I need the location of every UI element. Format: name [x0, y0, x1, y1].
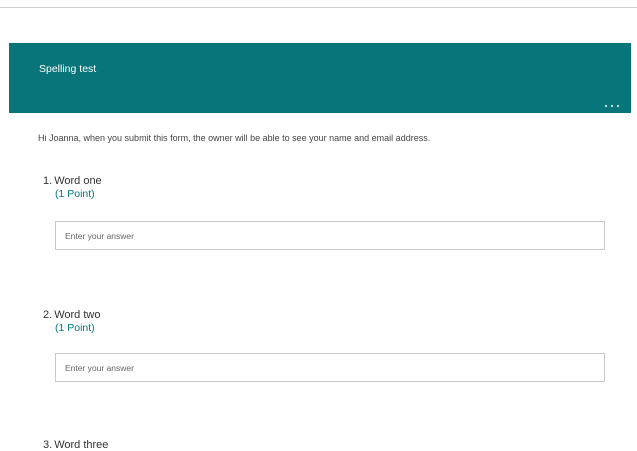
- question-number: 2.: [43, 309, 53, 321]
- question-title: 2. Word two: [43, 309, 100, 322]
- more-options-button[interactable]: [603, 100, 621, 110]
- question-label: Word two: [54, 309, 101, 321]
- privacy-notice: Hi Joanna, when you submit this form, th…: [38, 133, 431, 143]
- ellipsis-icon: [605, 105, 619, 107]
- question-title: 3. Word three: [43, 439, 108, 451]
- form-header: Spelling test: [9, 43, 631, 113]
- form-title: Spelling test: [39, 63, 97, 75]
- answer-input-2[interactable]: [55, 353, 605, 382]
- form-page: Spelling test Hi Joanna, when you submit…: [0, 0, 637, 451]
- question-3: 3. Word three: [43, 439, 108, 451]
- question-points: (1 Point): [55, 322, 95, 334]
- question-label: Word one: [54, 175, 102, 187]
- answer-input-1[interactable]: [55, 221, 605, 250]
- question-1: 1. Word one (1 Point): [43, 175, 102, 201]
- question-2: 2. Word two (1 Point): [43, 309, 100, 335]
- question-number: 3.: [43, 439, 53, 451]
- top-divider: [0, 7, 637, 8]
- question-number: 1.: [43, 175, 53, 187]
- question-label: Word three: [54, 439, 109, 451]
- question-title: 1. Word one: [43, 175, 102, 188]
- question-points: (1 Point): [55, 188, 95, 200]
